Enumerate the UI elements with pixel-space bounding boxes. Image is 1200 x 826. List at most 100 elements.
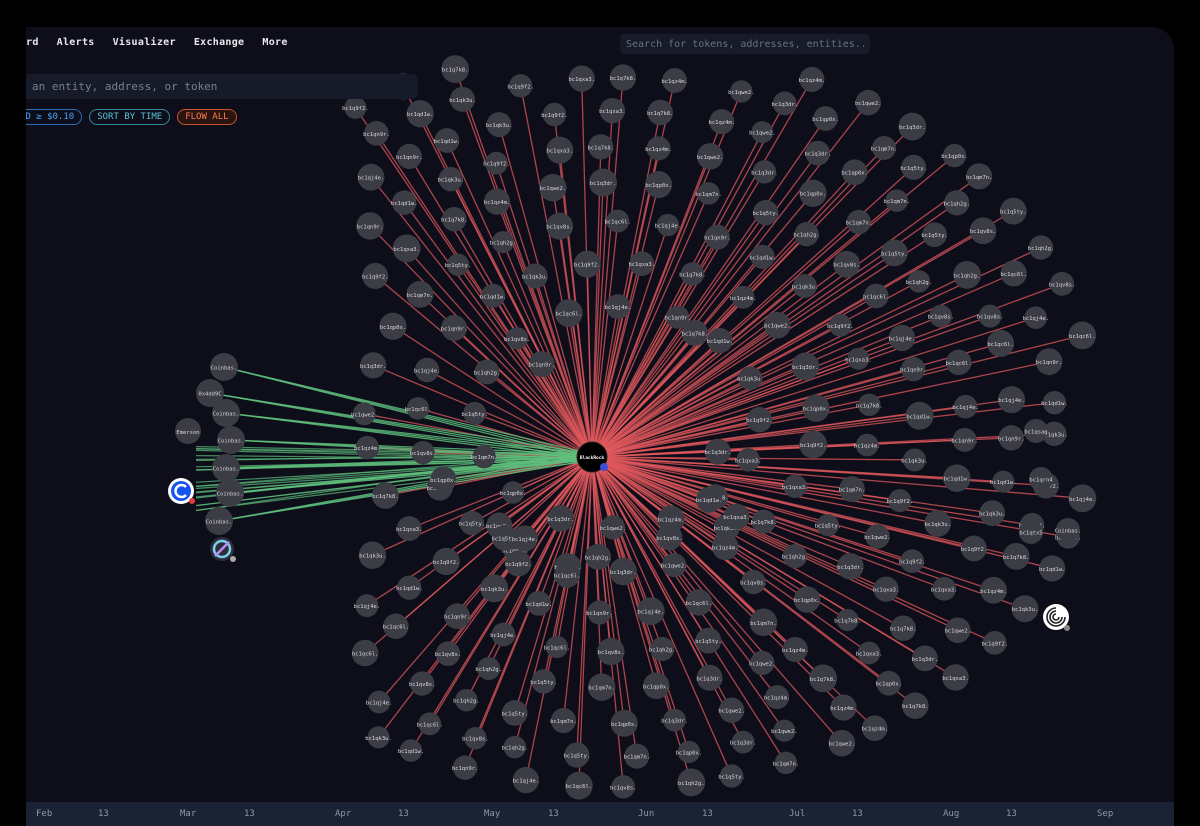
address-node[interactable]: bc1qn9r. (452, 755, 479, 780)
address-node[interactable]: bc1q9f2. (961, 535, 988, 562)
address-node[interactable]: bc1q3dr. (912, 645, 939, 672)
address-node[interactable]: bc1q9f2. (541, 102, 568, 127)
center-entity-node[interactable]: BlackRock (576, 441, 608, 473)
address-node[interactable]: bc1qv8s. (610, 775, 637, 799)
address-node[interactable]: bc1q9f2. (981, 631, 1008, 655)
address-node[interactable]: bc1q7k8. (902, 692, 929, 719)
address-node[interactable]: bc1qj4e. (354, 594, 381, 618)
address-node[interactable]: bc1q9f2. (507, 74, 534, 98)
address-node[interactable]: bc1qxa3. (568, 65, 595, 92)
address-node[interactable]: bc1qm7n. (773, 751, 800, 775)
address-node[interactable]: bc1qj4e. (357, 163, 385, 191)
address-node[interactable]: bc1qm7n. (695, 182, 722, 205)
address-node[interactable]: bc1qj4e. (414, 357, 441, 383)
address-node[interactable]: bc1q3dr. (771, 91, 798, 116)
address-node[interactable]: bc1q5ty. (695, 627, 722, 654)
address-node[interactable]: bc1qd1w. (406, 100, 434, 128)
address-node[interactable]: bc1qd1w. (398, 739, 425, 762)
address-node[interactable]: bc1qxa3. (931, 576, 958, 601)
address-node[interactable]: bc1q3dr. (609, 557, 637, 586)
address-node[interactable]: bc1q7k8. (809, 664, 838, 693)
address-node[interactable]: bc1qd1w. (1041, 390, 1068, 415)
address-node[interactable]: bc1qj4e. (655, 213, 682, 237)
entity-logo-icon[interactable] (210, 537, 236, 562)
address-node[interactable]: bc1qwe2. (718, 697, 745, 723)
address-node[interactable]: bc1qd1w. (943, 464, 971, 492)
address-node[interactable]: bc1qp0x. (794, 586, 821, 613)
nav-exchange[interactable]: Exchange (194, 37, 245, 48)
address-node[interactable]: bc1qc6l. (1000, 260, 1027, 287)
address-node[interactable]: bc1q3dr. (589, 168, 617, 197)
address-node[interactable]: bc1qxa3. (396, 516, 423, 541)
address-node[interactable]: bc1qtx5 (1019, 520, 1043, 544)
address-node[interactable]: bc1q3dr. (547, 505, 574, 532)
address-node[interactable]: bc1q7k8. (890, 615, 917, 642)
address-node[interactable]: bc1qj4e. (1022, 306, 1049, 329)
address-node[interactable]: bc1qwe2. (764, 311, 791, 339)
address-node[interactable]: bc1qm7n. (550, 707, 577, 734)
address-node[interactable]: bc1q7k8. (372, 482, 399, 509)
address-node[interactable]: bc1q5ty. (564, 742, 591, 768)
address-node[interactable]: bc1q3dr. (661, 708, 688, 732)
address-node[interactable]: bc1q7k8. (834, 608, 861, 632)
address-node[interactable]: bc1q5ty. (999, 197, 1027, 225)
address-node[interactable]: bc1q7k8. (1002, 543, 1030, 570)
address-node[interactable]: bc1qc6l. (554, 299, 583, 328)
address-node[interactable]: bc1qwe2. (855, 89, 882, 116)
address-node[interactable]: bc1q5ty. (718, 764, 745, 788)
nav-alerts[interactable]: Alerts (57, 37, 95, 48)
address-node[interactable]: bc1qn9r. (704, 224, 731, 250)
address-node[interactable]: bc1qwe2. (749, 121, 776, 144)
address-node[interactable]: bc1qsag (1024, 419, 1048, 443)
address-node[interactable]: bc1q9f2. (899, 549, 926, 573)
exchange-node[interactable]: Coinbas. (212, 454, 240, 482)
address-node[interactable]: bc1q9f2. (483, 151, 510, 175)
address-node[interactable]: bc1qj4e. (997, 386, 1026, 414)
address-node[interactable]: bc1qp0x. (799, 179, 827, 207)
nav-visualizer[interactable]: Visualizer (113, 37, 176, 48)
address-node[interactable]: bc1qj4e. (889, 324, 916, 352)
address-node[interactable]: bc1qp0x. (802, 394, 830, 422)
address-node[interactable]: bc1qv8s. (656, 524, 683, 551)
address-node[interactable]: bc1qwe2. (828, 729, 856, 757)
address-node[interactable]: bc1qz4m. (730, 285, 757, 309)
address-node[interactable]: bc1q3dr. (898, 112, 927, 141)
usd-filter-chip[interactable]: SD ≥ $0.10 (26, 109, 83, 125)
address-node[interactable]: bc1qn9r. (900, 357, 927, 382)
address-node[interactable]: bc1qz4m. (709, 109, 736, 135)
address-node[interactable]: bc1qd1w. (696, 486, 723, 513)
address-node[interactable]: bc1qh2g. (453, 688, 480, 712)
timeline-bar[interactable]: Feb 13 Mar 13 Apr 13 May 13 Jun 13 Jul 13 Aug 13 Sep (26, 802, 1174, 826)
address-node[interactable]: bc1q3dr. (837, 553, 864, 580)
global-search-input[interactable] (620, 34, 870, 54)
address-node[interactable]: bc1qh2g. (490, 231, 517, 254)
address-node[interactable]: bc1qm7n. (749, 608, 778, 637)
address-node[interactable]: bc1q9f2. (362, 262, 389, 289)
sort-by-time-chip[interactable]: SORT BY TIME (89, 109, 171, 125)
address-node[interactable]: bc1qh2g. (502, 735, 529, 759)
address-node[interactable]: bc1qn9r. (586, 600, 613, 625)
address-node[interactable]: bc1qc6l. (987, 329, 1015, 357)
address-node[interactable]: bc1qc6l. (945, 349, 972, 376)
address-node[interactable]: bc1q3dr. (804, 140, 831, 166)
coinbase-icon[interactable] (168, 478, 195, 504)
address-node[interactable]: bc1qz4m. (830, 694, 857, 721)
address-node[interactable]: bc1qk3u. (924, 510, 952, 537)
address-node[interactable]: bc1qn9r. (356, 212, 384, 240)
address-node[interactable]: bc1qk3u. (486, 112, 512, 138)
address-node[interactable]: bc1qp0x. (812, 106, 839, 131)
address-node[interactable]: bc1qk3u. (365, 726, 392, 749)
address-node[interactable]: bc1qv8s. (927, 304, 954, 328)
address-node[interactable]: bc1qz4m. (854, 433, 881, 457)
address-node[interactable]: bc1qh2g. (475, 656, 502, 681)
address-node[interactable]: bc1qj4e. (636, 597, 665, 626)
nav-more[interactable]: More (262, 37, 287, 48)
address-node[interactable]: bc1qxa3. (723, 503, 750, 530)
address-node[interactable]: bc1q9f2. (432, 547, 460, 576)
entity-node[interactable]: Emerson (175, 418, 201, 444)
address-node[interactable]: bc1qp0x. (430, 466, 457, 493)
address-node[interactable]: bc1qz4m. (354, 435, 381, 460)
address-node[interactable]: bc1qv8s. (462, 727, 489, 750)
address-node[interactable]: bc1qn9r. (396, 143, 423, 170)
address-node[interactable]: bc1qz4m. (764, 685, 791, 710)
